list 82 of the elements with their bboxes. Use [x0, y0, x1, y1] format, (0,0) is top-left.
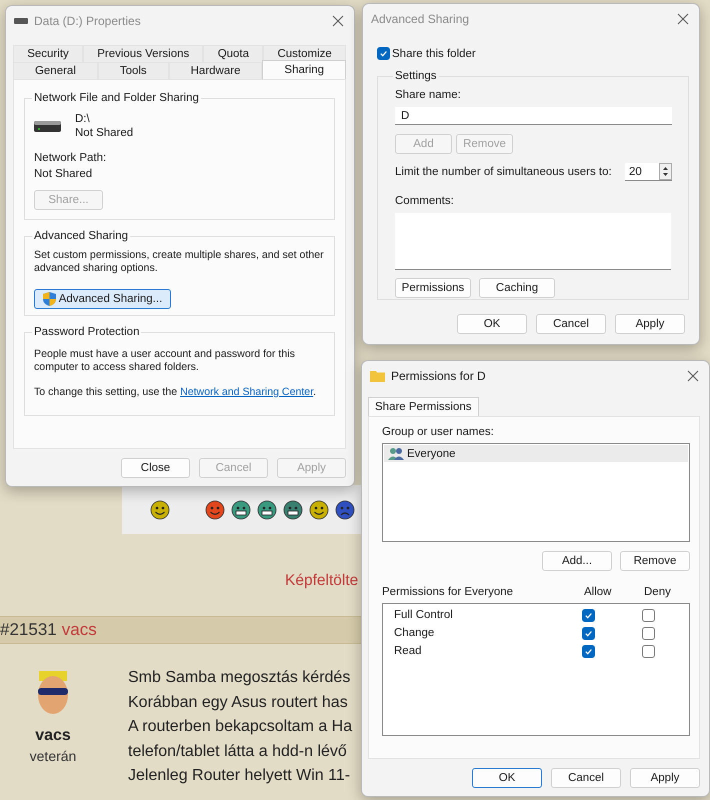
user-name: vacs — [35, 727, 71, 745]
user-item[interactable]: Everyone — [384, 445, 688, 462]
change-setting-text: To change this setting, use the Network and Sharing Center. — [34, 386, 316, 399]
advanced-sharing-button[interactable]: Advanced Sharing... — [34, 289, 171, 309]
drive-icon — [34, 119, 61, 133]
user-limit-spinner[interactable]: 20 — [625, 163, 672, 181]
close-button[interactable] — [677, 13, 689, 25]
post-text: A routerben bekapcsoltam a Ha — [128, 717, 352, 737]
network-path: Not Shared — [34, 167, 92, 181]
dialog-button[interactable]: OK — [457, 314, 527, 334]
comments-field[interactable] — [395, 213, 671, 270]
checkmark-icon — [379, 49, 388, 58]
column-header: Deny — [644, 585, 672, 599]
dialog-button[interactable]: Cancel — [551, 768, 621, 788]
tab[interactable]: Security — [13, 45, 83, 62]
smiley-icon[interactable] — [309, 500, 329, 520]
dialog-button[interactable]: Apply — [615, 314, 685, 334]
tab[interactable]: Quota — [203, 45, 264, 62]
dialog-button[interactable]: Add... — [542, 551, 612, 571]
tab[interactable]: Share Permissions — [368, 397, 479, 416]
dialog-button[interactable]: Remove — [620, 551, 690, 571]
post-text: Korábban egy Asus routert has — [128, 692, 349, 712]
allow-checkbox[interactable] — [582, 644, 595, 658]
field-label: Group or user names: — [382, 425, 495, 439]
network-center-link[interactable]: Network and Sharing Center — [180, 386, 314, 398]
drive-icon — [14, 18, 28, 24]
window-title: Data (D:) Properties — [34, 14, 142, 28]
smiley-icon[interactable] — [150, 500, 170, 520]
field-label: Permissions for Everyone — [382, 585, 514, 599]
dialog-button[interactable]: Close — [121, 458, 190, 478]
deny-checkbox[interactable] — [642, 626, 655, 640]
tab[interactable]: Sharing — [262, 60, 346, 79]
permission-name: Change — [394, 626, 436, 640]
field-label: Share name: — [395, 88, 461, 102]
smiley-icon[interactable] — [205, 500, 225, 520]
group-heading: Password Protection — [33, 326, 140, 338]
folder-icon — [370, 370, 385, 382]
post-text: Jelenleg Router helyett Win 11- — [128, 766, 352, 786]
image-upload-link[interactable]: Képfeltölte — [285, 572, 358, 590]
dialog-button[interactable]: Permissions — [395, 278, 471, 298]
smiley-icon[interactable] — [335, 500, 355, 520]
drive-name: D:\ — [75, 112, 91, 126]
column-header: Allow — [584, 585, 612, 599]
allow-checkbox[interactable] — [582, 608, 595, 622]
dialog-button[interactable]: Cancel — [536, 314, 606, 334]
group-heading: Advanced Sharing — [33, 230, 129, 242]
deny-checkbox[interactable] — [642, 644, 655, 658]
field-label: Network Path: — [34, 151, 106, 165]
dialog-button[interactable]: OK — [472, 768, 542, 788]
dialog-button[interactable]: Caching — [479, 278, 555, 298]
close-button[interactable] — [687, 370, 699, 382]
shield-icon — [42, 292, 56, 306]
users-icon — [388, 447, 404, 460]
dialog-button[interactable]: Apply — [630, 768, 700, 788]
smiley-icon[interactable] — [257, 500, 277, 520]
share-name-field[interactable]: D — [395, 107, 672, 125]
group-heading: Settings — [394, 70, 438, 82]
share-status: Not Shared — [75, 126, 134, 140]
window-title: Advanced Sharing — [371, 12, 470, 26]
window-title: Permissions for D — [391, 369, 487, 383]
permission-name: Read — [394, 644, 422, 658]
close-button[interactable] — [332, 15, 344, 27]
smiley-icon[interactable] — [231, 500, 251, 520]
post-number: #21531 — [0, 620, 57, 640]
user-rank: veterán — [30, 748, 76, 764]
field-label: Limit the number of simultaneous users to: — [395, 165, 612, 179]
tab[interactable]: Previous Versions — [82, 45, 204, 62]
deny-checkbox[interactable] — [642, 608, 655, 622]
group-heading: Network File and Folder Sharing — [33, 92, 200, 104]
share-checkbox[interactable]: Share this folder — [377, 47, 686, 60]
tab[interactable]: General — [13, 62, 98, 79]
spin-arrows-icon[interactable] — [659, 163, 672, 180]
tab[interactable]: Tools — [98, 62, 169, 79]
post-text: Smb Samba megosztás kérdés — [128, 668, 352, 688]
description-text: Set custom permissions, create multiple shares, and set other advanced sharing options. — [34, 249, 325, 275]
field-label: Comments: — [395, 194, 454, 208]
allow-checkbox[interactable] — [582, 626, 595, 640]
permission-name: Full Control — [394, 608, 454, 622]
description-text: People must have a user account and password for this computer to access shared folders. — [34, 348, 296, 374]
tab[interactable]: Hardware — [168, 62, 262, 79]
post-text: telefon/tablet látta a hdd-n lévő — [128, 742, 348, 762]
smiley-icon[interactable] — [283, 500, 303, 520]
